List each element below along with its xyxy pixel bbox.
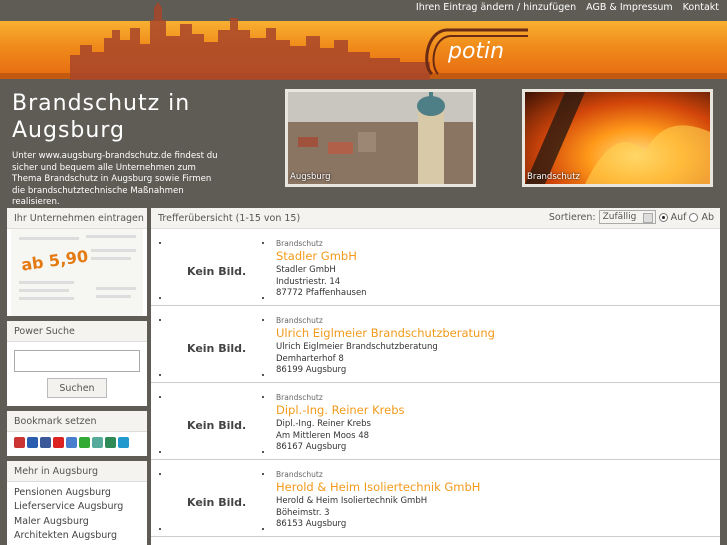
sort-desc-label[interactable]: Ab	[701, 212, 714, 223]
entry-name-link[interactable]: Dipl.-Ing. Reiner Krebs	[276, 403, 405, 417]
results-panel: Trefferübersicht (1-15 von 15) Sortieren…	[151, 208, 720, 545]
bookmark-icon-1[interactable]	[14, 437, 25, 448]
promo-banner[interactable]: ab 5,90	[11, 229, 143, 316]
no-image-label: Kein Bild.	[187, 496, 247, 509]
photo-augsburg: Augsburg	[285, 89, 476, 187]
bookmark-icons	[7, 432, 147, 456]
nav-kontakt[interactable]: Kontakt	[683, 2, 719, 13]
mehr-title: Mehr in Augsburg	[7, 461, 147, 482]
sort-desc-radio[interactable]	[689, 212, 699, 222]
mehr-box: Mehr in Augsburg Pensionen Augsburg Lief…	[7, 461, 147, 545]
entry-name-link[interactable]: Stadler GmbH	[276, 249, 357, 263]
bookmark-icon-3[interactable]	[40, 437, 51, 448]
skyline-graphic	[70, 2, 430, 80]
sort-controls: Sortieren: Zufällig Auf Ab	[549, 210, 714, 224]
eintragen-title[interactable]: Ihr Unternehmen eintragen	[7, 208, 147, 229]
photo-caption-brandschutz: Brandschutz	[527, 172, 580, 182]
bookmark-icon-4[interactable]	[53, 437, 64, 448]
no-image-label: Kein Bild.	[187, 265, 247, 278]
photo-brandschutz: Brandschutz	[522, 89, 713, 187]
nav-eintrag[interactable]: Ihren Eintrag ändern / hinzufügen	[416, 2, 576, 13]
logo[interactable]: potin	[420, 26, 530, 76]
bookmark-icon-7[interactable]	[92, 437, 103, 448]
entry-address: Dipl.-Ing. Reiner Krebs Am Mittleren Moos…	[276, 419, 371, 452]
entry-name-link[interactable]: Ulrich Eiglmeier Brandschutzberatung	[276, 326, 495, 340]
bookmark-icon-9[interactable]	[118, 437, 129, 448]
sort-asc-radio[interactable]	[658, 212, 668, 222]
entry-category: Brandschutz	[276, 239, 323, 248]
page-description: Unter www.augsburg-brandschutz.de findes…	[12, 151, 218, 207]
search-input[interactable]	[14, 350, 140, 372]
photo-caption-augsburg: Augsburg	[290, 172, 331, 182]
link-maler[interactable]: Maler Augsburg	[14, 515, 140, 529]
bookmark-icon-2[interactable]	[27, 437, 38, 448]
bookmark-box: Bookmark setzen	[7, 411, 147, 456]
entry-category: Brandschutz	[276, 316, 323, 325]
entry-address: Stadler GmbH Industriestr. 14 87772 Pfaffe…	[276, 265, 367, 298]
fire-photo-graphic	[525, 92, 710, 184]
header-banner: potin Ihren Eintrag ändern / hinzufügen …	[0, 0, 727, 84]
augsburg-photo-graphic	[288, 92, 473, 184]
link-pensionen[interactable]: Pensionen Augsburg	[14, 486, 140, 500]
entry-category: Brandschutz	[276, 393, 323, 402]
eintragen-box: Ihr Unternehmen eintragen ab 5,90	[7, 208, 147, 316]
result-entry: Kein Bild. Brandschutz Stadler GmbH Stad…	[151, 229, 720, 306]
entry-category: Brandschutz	[276, 470, 323, 479]
sort-label: Sortieren:	[548, 211, 596, 223]
no-image-label: Kein Bild.	[187, 419, 247, 432]
promo-price: ab 5,90	[20, 246, 90, 275]
sort-asc-label[interactable]: Auf	[671, 212, 687, 223]
entry-name-link[interactable]: Herold & Heim Isoliertechnik GmbH	[276, 480, 480, 494]
link-architekten[interactable]: Architekten Augsburg	[14, 529, 140, 543]
top-navigation: Ihren Eintrag ändern / hinzufügen AGB & …	[416, 0, 719, 14]
link-lieferservice[interactable]: Lieferservice Augsburg	[14, 500, 140, 514]
sort-select[interactable]: Zufällig	[598, 210, 656, 224]
bookmark-icon-5[interactable]	[66, 437, 77, 448]
logo-text: potin	[447, 39, 504, 64]
page-title: Brandschutz in Augsburg	[12, 91, 191, 143]
power-search-box: Power Suche Suchen	[7, 321, 147, 406]
result-entry: Kein Bild. Brandschutz Dipl.-Ing. Reiner…	[151, 383, 720, 460]
result-entry: Kein Bild. Brandschutz Herold & Heim Iso…	[151, 460, 720, 537]
result-entry: Kein Bild. Brandschutz Ulrich Eiglmeier …	[151, 306, 720, 383]
entry-address: Ulrich Eiglmeier Brandschutzberatung Demh…	[276, 342, 438, 375]
results-header: Trefferübersicht (1-15 von 15) Sortieren…	[151, 208, 720, 229]
bookmark-icon-6[interactable]	[79, 437, 90, 448]
entry-address: Herold & Heim Isoliertechnik GmbH Böheims…	[276, 496, 428, 529]
results-count: Trefferübersicht (1-15 von 15)	[158, 213, 301, 224]
sidebar: Ihr Unternehmen eintragen ab 5,90 Power …	[7, 208, 147, 545]
power-search-title: Power Suche	[7, 321, 147, 342]
no-image-label: Kein Bild.	[187, 342, 247, 355]
search-button[interactable]: Suchen	[47, 378, 107, 398]
bookmark-title: Bookmark setzen	[7, 411, 147, 432]
nav-agb-impressum[interactable]: AGB & Impressum	[586, 2, 672, 13]
bookmark-icon-8[interactable]	[105, 437, 116, 448]
